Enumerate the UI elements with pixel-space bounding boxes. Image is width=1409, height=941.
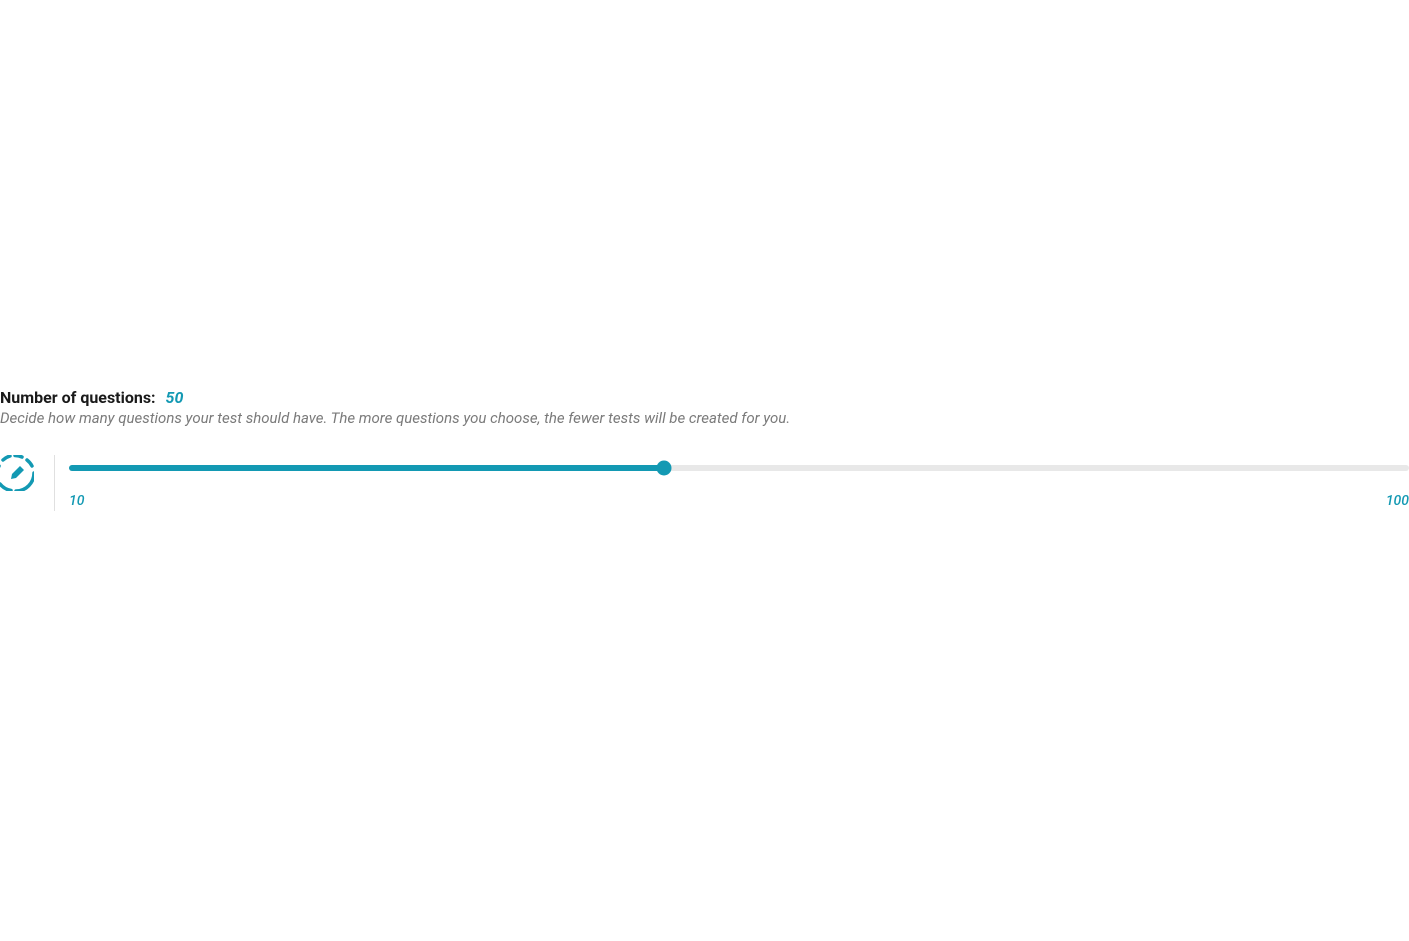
slider-min-label: 10 [69, 493, 84, 509]
progress-edit-icon [0, 455, 34, 491]
slider-fill [69, 465, 664, 471]
questions-label: Number of questions: [0, 388, 156, 407]
questions-slider[interactable] [69, 465, 1409, 471]
edit-icon-container [0, 455, 54, 491]
vertical-divider [54, 455, 55, 511]
questions-description: Decide how many questions your test shou… [0, 409, 1409, 427]
questions-value: 50 [166, 388, 184, 407]
slider-thumb[interactable] [657, 461, 672, 476]
slider-max-label: 100 [1386, 493, 1409, 509]
